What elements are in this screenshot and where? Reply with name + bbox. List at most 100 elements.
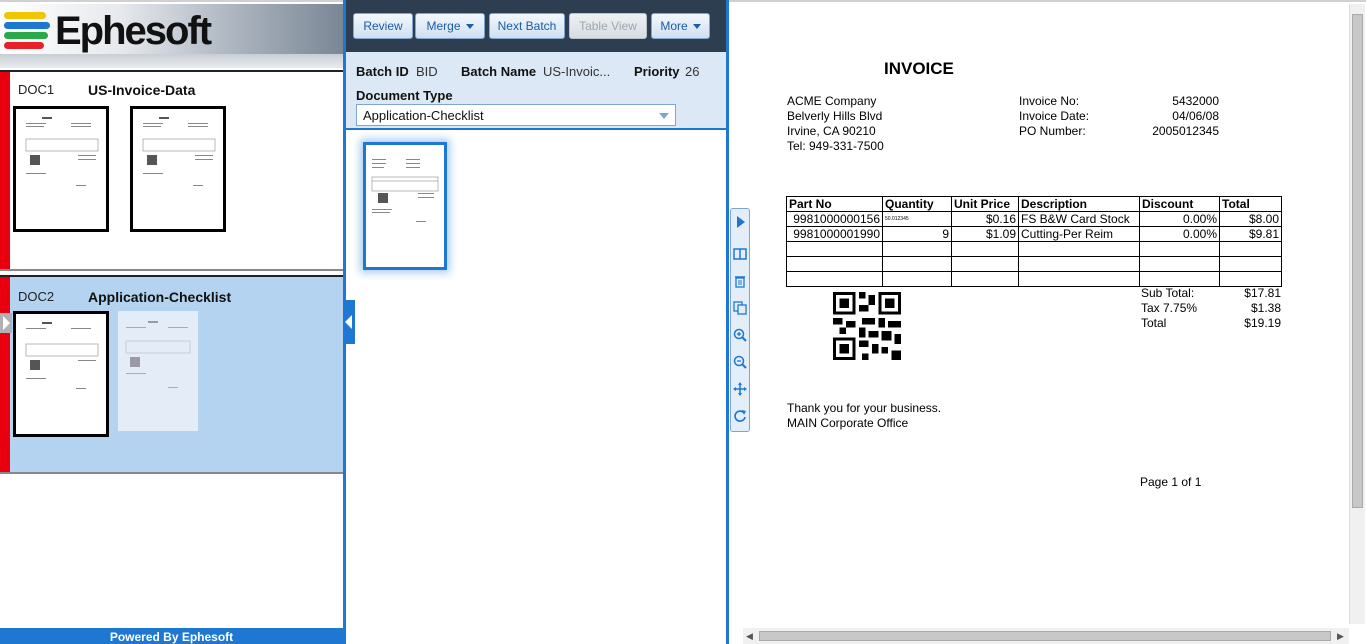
selected-page-thumbnail[interactable] <box>363 142 447 270</box>
thanks-text: Thank you for your business. <box>787 401 942 415</box>
thumbnail-preview <box>371 159 439 222</box>
column-header: Unit Price <box>951 196 1019 212</box>
doc-type: US-Invoice-Data <box>88 82 196 98</box>
table-cell: $1.09 <box>951 226 1019 242</box>
doc-type: Application-Checklist <box>88 289 232 305</box>
table-cell: 9981000001990 <box>786 226 883 242</box>
qr-code-icon <box>833 292 901 360</box>
summary-value: $19.19 <box>1244 316 1281 330</box>
closing-note: Thank you for your business. MAIN Corpor… <box>787 401 941 431</box>
document-list-panel: Ephesoft DOC1 US-Invoice-Data DOC2 Appli… <box>0 0 343 644</box>
collapse-panel-button[interactable] <box>343 300 355 344</box>
document-type-select[interactable]: Application-Checklist <box>356 104 676 126</box>
column-header: Total <box>1219 196 1282 212</box>
table-row <box>786 271 1282 287</box>
office-text: MAIN Corporate Office <box>787 416 909 430</box>
app-root: Ephesoft DOC1 US-Invoice-Data DOC2 Appli… <box>0 0 1366 644</box>
document-viewer: INVOICE ACME Company Belverly Hills Blvd… <box>729 0 1366 644</box>
caret-down-icon <box>465 24 474 30</box>
merge-label: Merge <box>426 19 461 33</box>
move-icon[interactable] <box>733 382 747 396</box>
table-row: 9981000001990 9 $1.09 Cutting-Per Reim 0… <box>786 226 1282 242</box>
more-button[interactable]: More <box>651 13 710 39</box>
table-cell: 9 <box>882 226 952 242</box>
panel-divider <box>0 54 343 68</box>
batch-id-value: BID <box>416 64 438 79</box>
play-icon[interactable] <box>733 215 747 229</box>
thumbnail-preview <box>142 117 216 186</box>
more-label: More <box>660 19 688 33</box>
batch-id-label: Batch ID <box>356 64 409 79</box>
zoom-in-icon[interactable] <box>733 328 747 342</box>
doc-id: DOC1 <box>18 82 55 97</box>
table-header-row: Part No Quantity Unit Price Description … <box>786 196 1282 212</box>
logo-icon <box>4 10 52 52</box>
invoice-meta-labels: Invoice No: Invoice Date: PO Number: <box>1019 94 1089 139</box>
columns-icon[interactable] <box>733 247 747 261</box>
scroll-thumb[interactable] <box>759 631 1331 641</box>
batch-info: Batch ID BID Batch Name US-Invoic... Pri… <box>346 52 726 130</box>
batch-detail-panel: Review Merge Next Batch Table View More … <box>343 0 729 644</box>
summary-label: Sub Total: <box>1141 286 1195 300</box>
copy-icon[interactable] <box>733 301 747 315</box>
column-header: Part No <box>786 196 883 212</box>
priority-label: Priority <box>634 64 680 79</box>
page-thumbnail[interactable] <box>13 311 109 437</box>
company-address: ACME Company Belverly Hills Blvd Irvine,… <box>787 94 884 154</box>
powered-by-footer: Powered By Ephesoft <box>0 628 343 644</box>
table-cell: 0.00% <box>1139 226 1220 242</box>
summary-labels: Sub Total: Tax 7.75% Total <box>1141 286 1197 331</box>
invoice-meta-values: 5432000 04/06/08 2005012345 <box>1129 94 1219 139</box>
doc-status-bar <box>0 277 10 472</box>
document-type-value: Application-Checklist <box>363 108 484 123</box>
document-type-label: Document Type <box>356 88 453 103</box>
scroll-right-icon[interactable]: ▶ <box>1337 631 1344 642</box>
merge-button[interactable]: Merge <box>415 13 485 39</box>
priority-value: 26 <box>685 64 700 79</box>
page-thumbnail[interactable] <box>130 106 226 232</box>
table-view-button[interactable]: Table View <box>569 13 647 39</box>
table-cell: 0.00% <box>1139 211 1220 227</box>
thumbnail-preview <box>25 322 99 389</box>
meta-label: Invoice No: <box>1019 94 1080 108</box>
thumbnail-preview <box>25 117 99 186</box>
zoom-out-icon[interactable] <box>733 355 747 369</box>
trash-icon[interactable] <box>733 274 747 288</box>
scroll-thumb[interactable] <box>1352 14 1363 508</box>
meta-value: 04/06/08 <box>1172 109 1219 123</box>
page-thumbnail[interactable] <box>13 106 109 232</box>
address-line: Irvine, CA 90210 <box>787 124 876 138</box>
toolbar: Review Merge Next Batch Table View More <box>346 0 726 52</box>
table-cell: 9981000000156 <box>786 211 883 227</box>
page-thumbnail[interactable] <box>118 311 198 431</box>
scroll-left-icon[interactable]: ◀ <box>746 631 753 642</box>
rotate-icon[interactable] <box>733 409 747 423</box>
review-label: Review <box>363 19 403 33</box>
column-header: Quantity <box>882 196 952 212</box>
column-header: Discount <box>1139 196 1220 212</box>
page-number: Page 1 of 1 <box>1140 475 1202 489</box>
table-row: 9981000000156 50.012345 $0.16 FS B&W Car… <box>786 211 1282 227</box>
vertical-scrollbar[interactable] <box>1349 4 1365 624</box>
document-item-doc2[interactable]: DOC2 Application-Checklist <box>0 275 343 474</box>
review-button[interactable]: Review <box>353 13 413 39</box>
selected-doc-pointer <box>0 313 12 333</box>
address-line: Tel: 949-331-7500 <box>787 139 884 153</box>
next-batch-label: Next Batch <box>497 19 557 33</box>
horizontal-scrollbar[interactable]: ◀ ▶ <box>743 628 1349 644</box>
table-cell: $0.16 <box>951 211 1019 227</box>
meta-label: PO Number: <box>1019 124 1086 138</box>
address-line: Belverly Hills Blvd <box>787 109 883 123</box>
next-batch-button[interactable]: Next Batch <box>489 13 565 39</box>
batch-name-label: Batch Name <box>461 64 537 79</box>
thumbnail-preview <box>125 321 191 388</box>
table-cell: $8.00 <box>1219 211 1282 227</box>
summary-value: $17.81 <box>1244 286 1281 300</box>
meta-value: 5432000 <box>1172 94 1219 108</box>
summary-values: $17.81 $1.38 $19.19 <box>1209 286 1281 331</box>
summary-label: Tax 7.75% <box>1141 301 1198 315</box>
table-cell: $9.81 <box>1219 226 1282 242</box>
table-cell: FS B&W Card Stock <box>1018 211 1140 227</box>
batch-name-value: US-Invoic... <box>543 64 611 79</box>
document-item-doc1[interactable]: DOC1 US-Invoice-Data <box>0 70 343 271</box>
